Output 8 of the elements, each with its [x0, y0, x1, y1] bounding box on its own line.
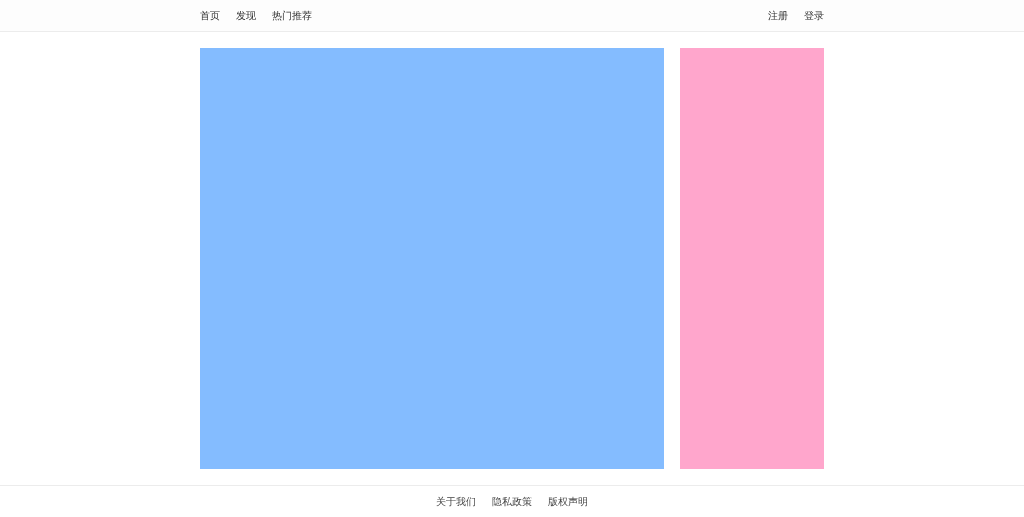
nav-link[interactable]: 热门推荐 — [272, 8, 312, 23]
footer-link[interactable]: 版权声明 — [548, 495, 588, 509]
footer-link[interactable]: 隐私政策 — [492, 495, 532, 509]
auth-link[interactable]: 登录 — [804, 8, 824, 23]
footer-link[interactable]: 关于我们 — [436, 495, 476, 509]
auth-link[interactable]: 注册 — [768, 8, 788, 23]
nav-link[interactable]: 发现 — [236, 8, 256, 23]
nav-link[interactable]: 首页 — [200, 8, 220, 23]
